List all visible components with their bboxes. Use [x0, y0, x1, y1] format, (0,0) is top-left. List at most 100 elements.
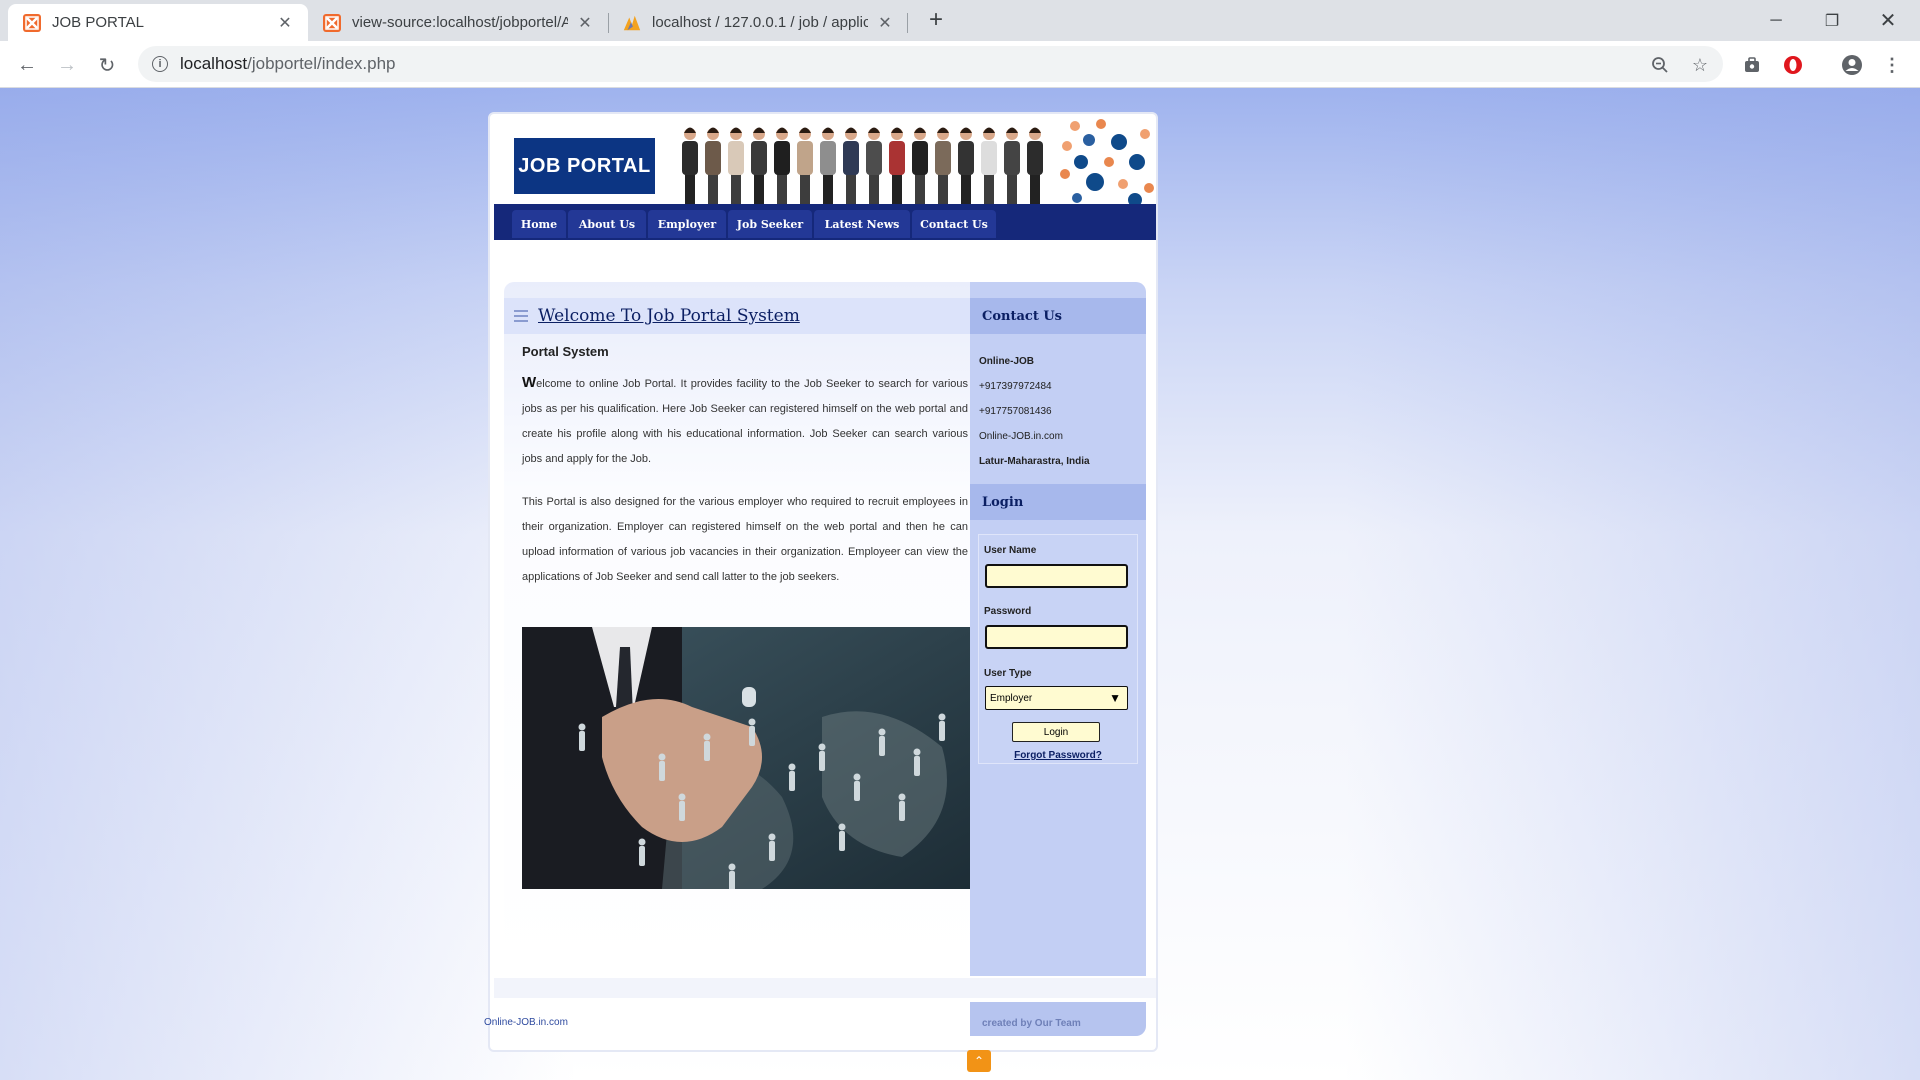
person-figure [1004, 141, 1020, 175]
main-content: Welcome To Job Portal System Portal Syst… [504, 282, 970, 976]
close-icon[interactable]: ✕ [576, 14, 594, 32]
tiny-person-figure [839, 831, 845, 851]
reload-icon[interactable]: ↻ [93, 51, 121, 79]
person-figure [846, 173, 856, 204]
person-figure [776, 127, 788, 133]
person-figure [935, 141, 951, 175]
person-figure [707, 127, 719, 133]
login-button[interactable]: Login [1012, 722, 1100, 742]
content-area: Welcome To Job Portal System Portal Syst… [504, 282, 1148, 976]
tab-divider [907, 13, 908, 33]
tiny-person-figure [879, 736, 885, 756]
person-figure [961, 173, 971, 204]
person-figure [684, 127, 696, 133]
tab-job-portal[interactable]: JOB PORTAL ✕ [8, 4, 308, 41]
person-figure [1029, 127, 1041, 133]
person-figure [753, 127, 765, 133]
menu-employer[interactable]: Employer [648, 210, 726, 238]
url-text: localhost/jobportel/index.php [180, 54, 396, 73]
person-figure [820, 141, 836, 175]
tiny-person-figure [898, 793, 906, 801]
menu-about-us[interactable]: About Us [568, 210, 646, 238]
person-figure [914, 127, 926, 133]
footer-credit: created by Our Team [982, 1018, 1081, 1029]
extension-icon[interactable] [1738, 51, 1766, 79]
person-figure [705, 141, 721, 175]
tab-title: view-source:localhost/jobportel/A [352, 14, 568, 31]
close-icon[interactable]: ✕ [876, 14, 894, 32]
new-tab-button[interactable]: + [922, 6, 950, 34]
contact-phone: +917757081436 [979, 406, 1052, 417]
close-icon[interactable]: ✕ [276, 14, 294, 32]
tiny-person-figure [703, 733, 711, 741]
star-icon[interactable]: ☆ [1686, 51, 1714, 79]
forward-icon[interactable]: → [53, 51, 81, 79]
username-label: User Name [984, 545, 1037, 556]
tiny-person-figure [728, 863, 736, 871]
scroll-to-top-button[interactable]: ⌃ [967, 1050, 991, 1072]
tab-view-source[interactable]: view-source:localhost/jobportel/A ✕ [308, 4, 608, 41]
menu-latest-news[interactable]: Latest News [814, 210, 910, 238]
person-figure [845, 127, 857, 133]
login-form: User Name Password User Type Employer ▼ … [978, 534, 1138, 774]
person-figure [1030, 173, 1040, 204]
dropdown-arrow-icon: ▼ [1109, 691, 1121, 705]
person-figure [685, 173, 695, 204]
employer-paragraph: This Portal is also designed for the var… [522, 496, 968, 583]
xampp-icon [322, 13, 342, 33]
tiny-person-figure [789, 771, 795, 791]
tab-title: JOB PORTAL [52, 14, 144, 31]
person-figure [915, 173, 925, 204]
username-input[interactable] [985, 564, 1128, 588]
profile-icon[interactable] [1838, 51, 1866, 79]
close-window-button[interactable]: ✕ [1860, 0, 1916, 41]
person-figure [937, 127, 949, 133]
xampp-icon [22, 13, 42, 33]
password-input[interactable] [985, 625, 1128, 649]
tiny-person-figure [729, 871, 735, 889]
person-figure [938, 173, 948, 204]
person-figure [800, 173, 810, 204]
opera-icon[interactable] [1779, 51, 1807, 79]
page-viewport: JOB PORTAL Home About Us Employer Job Se… [0, 88, 1920, 1080]
tiny-person-figure [679, 801, 685, 821]
tiny-person-figure [854, 781, 860, 801]
person-figure [869, 173, 879, 204]
person-figure [960, 127, 972, 133]
menu-job-seeker[interactable]: Job Seeker [728, 210, 812, 238]
address-bar[interactable]: i localhost/jobportel/index.php [138, 46, 1723, 82]
contact-location: Latur-Maharastra, India [979, 456, 1090, 467]
main-menu: Home About Us Employer Job Seeker Latest… [494, 204, 1156, 240]
back-icon[interactable]: ← [13, 51, 41, 79]
zoom-icon[interactable] [1646, 51, 1674, 79]
person-figure [868, 127, 880, 133]
page-title[interactable]: Welcome To Job Portal System [538, 306, 800, 326]
tiny-person-figure [639, 846, 645, 866]
person-figure [1027, 141, 1043, 175]
tiny-person-figure [914, 756, 920, 776]
person-figure [797, 141, 813, 175]
tab-phpmyadmin[interactable]: localhost / 127.0.0.1 / job / applic ✕ [608, 4, 908, 41]
menu-dots-icon[interactable]: ⋮ [1878, 51, 1906, 79]
tiny-person-figure [659, 761, 665, 781]
tiny-person-figure [819, 751, 825, 771]
restore-button[interactable]: ❐ [1804, 0, 1860, 41]
password-label: Password [984, 606, 1032, 617]
site-logo[interactable]: JOB PORTAL [514, 138, 655, 194]
minimize-button[interactable]: ─ [1748, 0, 1804, 41]
person-figure [889, 141, 905, 175]
forgot-password-link[interactable]: Forgot Password? [978, 750, 1138, 761]
info-icon[interactable]: i [152, 56, 168, 72]
tiny-person-figure [838, 823, 846, 831]
usertype-select[interactable]: Employer ▼ [985, 686, 1128, 710]
footer-website[interactable]: Online-JOB.in.com [484, 1017, 568, 1028]
person-figure [682, 141, 698, 175]
person-figure [728, 141, 744, 175]
menu-contact-us[interactable]: Contact Us [912, 210, 996, 238]
header-people-image [682, 127, 1043, 204]
person-figure [984, 173, 994, 204]
menu-home[interactable]: Home [512, 210, 566, 238]
person-figure [1007, 173, 1017, 204]
tiny-person-figure [788, 763, 796, 771]
tiny-person-figure [818, 743, 826, 751]
